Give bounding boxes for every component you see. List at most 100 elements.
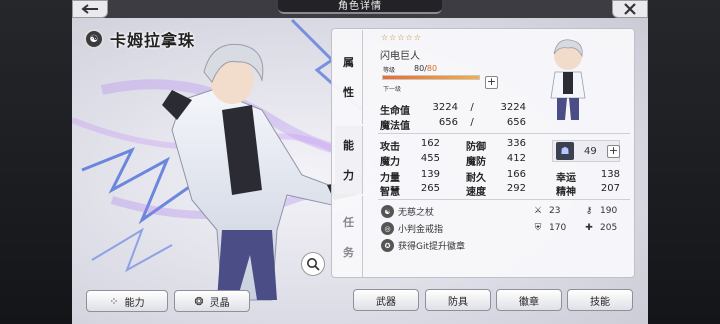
magnifier-icon xyxy=(307,258,320,271)
ring-icon: ◎ xyxy=(381,222,394,235)
crystal-icon: ❂ xyxy=(194,294,204,308)
ability-button-label: 能力 xyxy=(124,297,145,309)
equip-ring-name: 小判金戒指 xyxy=(398,225,444,235)
mp-separator: / xyxy=(470,117,474,128)
stat-value: 265 xyxy=(420,183,440,194)
key-icon: ⚷ xyxy=(585,206,593,216)
tab-ability[interactable]: 能 力 xyxy=(335,126,363,194)
level-value: 80/80 xyxy=(414,64,437,73)
stat-wisdom: 智慧 265 xyxy=(380,183,440,198)
hp-max: 3224 xyxy=(500,102,526,113)
stat-label: 耐久 xyxy=(466,173,486,184)
close-button[interactable] xyxy=(612,0,648,18)
tab-attributes-char2: 性 xyxy=(343,86,354,99)
sword-icon: ⚔ xyxy=(533,206,543,216)
stat-label: 智慧 xyxy=(380,187,400,198)
stat-plus-button[interactable]: + xyxy=(607,145,620,158)
stat-spirit: 精神 207 xyxy=(556,183,620,198)
stat-magic-defense: 魔防 412 xyxy=(466,153,526,168)
stat-value: 455 xyxy=(420,153,440,164)
stat-label: 魔防 xyxy=(466,157,486,168)
level-up-button[interactable]: + xyxy=(485,76,498,89)
tab-attributes[interactable]: 属 性 xyxy=(335,30,363,124)
badge-tab-label: 徽章 xyxy=(519,296,539,308)
stat-value: 207 xyxy=(600,183,620,194)
page-title: 角色详情 xyxy=(278,0,442,14)
cross-shield-icon: ✚ xyxy=(585,223,593,233)
stat-value: 166 xyxy=(506,169,526,180)
character-name: 卡姆拉拿珠 xyxy=(110,31,196,50)
equip-stat-heal-value: 205 xyxy=(600,223,618,233)
equip-weapon[interactable]: ☯ 无慈之杖 xyxy=(381,205,434,218)
crystal-button[interactable]: ❂ 灵晶 xyxy=(174,290,250,312)
mp-max: 656 xyxy=(506,117,526,128)
next-level-label: 下一级 xyxy=(383,86,402,93)
equip-badge[interactable]: ✪ 获得Git提升徽章 xyxy=(381,239,465,252)
level-max: 80 xyxy=(426,64,438,73)
stat-label: 速度 xyxy=(466,187,486,198)
tab-ability-char2: 力 xyxy=(343,169,354,182)
divider xyxy=(378,199,630,200)
weapon-tab-button[interactable]: 武器 xyxy=(353,289,419,311)
equip-stat-defense-value: 170 xyxy=(549,223,567,233)
stat-strength: 力量 139 xyxy=(380,169,440,184)
divider xyxy=(378,133,630,134)
hp-separator: / xyxy=(470,102,474,113)
left-backdrop xyxy=(0,0,72,324)
tab-quest-char2: 务 xyxy=(343,246,354,259)
back-button[interactable] xyxy=(72,0,108,18)
ability-button[interactable]: ⁘ 能力 xyxy=(86,290,168,312)
level-progress-bar xyxy=(382,75,480,80)
stat-label: 精神 xyxy=(556,187,576,198)
stat-luck: 幸运 138 xyxy=(556,169,620,184)
stat-speed: 速度 292 xyxy=(466,183,526,198)
equip-stat-key: ⚷ 190 xyxy=(584,206,617,216)
level-current: 80 xyxy=(414,64,425,73)
special-stat-value: 49 xyxy=(584,145,597,157)
equip-ring[interactable]: ◎ 小判金戒指 xyxy=(381,222,443,235)
armor-tab-button[interactable]: 防具 xyxy=(425,289,491,311)
mp-current: 656 xyxy=(438,117,458,128)
stat-value: 138 xyxy=(600,169,620,180)
mp-label: 魔法值 xyxy=(380,121,410,132)
stat-label: 防御 xyxy=(466,142,486,153)
stat-label: 力量 xyxy=(380,173,400,184)
equip-badge-name: 获得Git提升徽章 xyxy=(398,242,466,252)
stat-value: 336 xyxy=(506,138,526,149)
stat-label: 攻击 xyxy=(380,142,400,153)
skill-tab-button[interactable]: 技能 xyxy=(567,289,633,311)
right-backdrop xyxy=(648,0,720,324)
equip-stat-attack: ⚔ 23 xyxy=(533,206,561,216)
zoom-button[interactable] xyxy=(301,252,325,276)
tab-attributes-char1: 属 xyxy=(343,56,354,69)
job-title: 闪电巨人 xyxy=(380,51,420,62)
badge-tab-button[interactable]: 徽章 xyxy=(496,289,562,311)
chibi-portrait xyxy=(550,39,586,120)
weapon-icon: ☯ xyxy=(381,205,394,218)
back-arrow-icon xyxy=(81,4,98,14)
level-label: 等级 xyxy=(383,67,396,74)
stat-defense: 防御 336 xyxy=(466,138,526,153)
armor-tab-label: 防具 xyxy=(448,296,468,308)
tab-quest[interactable]: 任 务 xyxy=(335,196,363,278)
badge-icon: ✪ xyxy=(381,239,394,252)
grid-icon: ⁘ xyxy=(109,294,119,308)
stat-label: 魔力 xyxy=(380,157,400,168)
skill-tab-label: 技能 xyxy=(590,296,610,308)
hp-row: 生命值 3224 / 3224 xyxy=(380,102,526,117)
close-icon xyxy=(624,3,636,15)
stat-label: 幸运 xyxy=(556,173,576,184)
equip-stat-heal: ✚ 205 xyxy=(584,223,617,233)
hp-current: 3224 xyxy=(432,102,458,113)
tab-ability-char1: 能 xyxy=(343,139,354,152)
stat-endurance: 耐久 166 xyxy=(466,169,526,184)
mp-row: 魔法值 656 / 656 xyxy=(380,117,526,132)
stat-magic: 魔力 455 xyxy=(380,153,440,168)
level-progress-fill xyxy=(383,76,479,79)
element-skill-icon: ☗ xyxy=(556,142,574,160)
hp-label: 生命值 xyxy=(380,106,410,117)
equip-stat-defense: ⛨ 170 xyxy=(533,223,567,233)
weapon-tab-label: 武器 xyxy=(376,296,396,308)
stat-attack: 攻击 162 xyxy=(380,138,440,153)
element-icon: ☯ xyxy=(84,29,104,49)
